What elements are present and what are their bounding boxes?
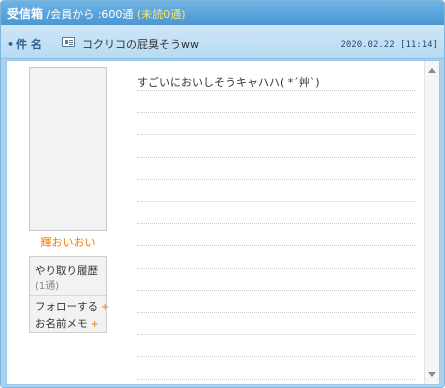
scroll-down-arrow-icon[interactable] bbox=[428, 372, 436, 377]
ruled-line bbox=[137, 178, 415, 180]
scrollbar[interactable] bbox=[424, 61, 439, 384]
subject-text: コクリコの屁臭そうww bbox=[82, 38, 199, 51]
follow-plus-icon: + bbox=[101, 302, 110, 313]
memo-label: お名前メモ bbox=[35, 318, 88, 330]
ruled-line bbox=[137, 312, 415, 313]
message-content-panel: 輝おいおい やり取り履歴 (1通) フォローする + お名前メモ + すごいにおいし… bbox=[6, 60, 440, 385]
mail-viewer-window: 受信箱 /会員から :600通 (未読0通) • 件 名 コクリコの屁臭そうww … bbox=[0, 0, 445, 388]
follow-label: フォローする bbox=[35, 301, 98, 313]
ruled-line bbox=[137, 378, 415, 380]
ruled-line bbox=[137, 134, 415, 136]
name-memo-link[interactable]: お名前メモ + bbox=[35, 316, 99, 331]
message-count: /会員から :600通 bbox=[43, 8, 137, 21]
unread-count: (未読0通) bbox=[136, 8, 186, 21]
ruled-line bbox=[137, 356, 415, 358]
ruled-line bbox=[137, 156, 415, 158]
subject-bullet: • bbox=[7, 38, 15, 51]
ruled-line bbox=[137, 289, 415, 291]
subject-bar: • 件 名 コクリコの屁臭そうww 2020.02.22 [11:14] bbox=[1, 25, 444, 59]
sender-actions-panel: やり取り履歴 (1通) フォローする + お名前メモ + bbox=[29, 256, 109, 333]
mailbox-header: 受信箱 /会員から :600通 (未読0通) bbox=[1, 1, 444, 25]
ruled-line bbox=[137, 245, 415, 247]
message-text: すごいにおいしそうキャハハ( *´艸`) bbox=[137, 76, 320, 89]
sender-avatar[interactable] bbox=[29, 67, 107, 231]
history-count: (1通) bbox=[35, 281, 60, 292]
ruled-line bbox=[137, 112, 415, 114]
mail-icon bbox=[62, 37, 75, 47]
ruled-line bbox=[137, 201, 415, 202]
scroll-up-arrow-icon[interactable] bbox=[428, 68, 436, 73]
ruled-line bbox=[137, 267, 415, 269]
ruled-line bbox=[137, 223, 415, 225]
subject-label: • 件 名 bbox=[7, 36, 42, 52]
history-link[interactable]: やり取り履歴 bbox=[35, 263, 98, 278]
ruled-line bbox=[137, 90, 415, 91]
inbox-title: 受信箱 bbox=[7, 7, 44, 21]
sender-nickname[interactable]: 輝おいおい bbox=[29, 234, 107, 250]
follow-link[interactable]: フォローする + bbox=[35, 299, 109, 314]
memo-plus-icon: + bbox=[90, 319, 99, 330]
ruled-line bbox=[137, 334, 415, 336]
divider bbox=[30, 295, 106, 296]
message-date: 2020.02.22 [11:14] bbox=[340, 40, 438, 50]
subject-label-text: 件 名 bbox=[16, 38, 42, 51]
